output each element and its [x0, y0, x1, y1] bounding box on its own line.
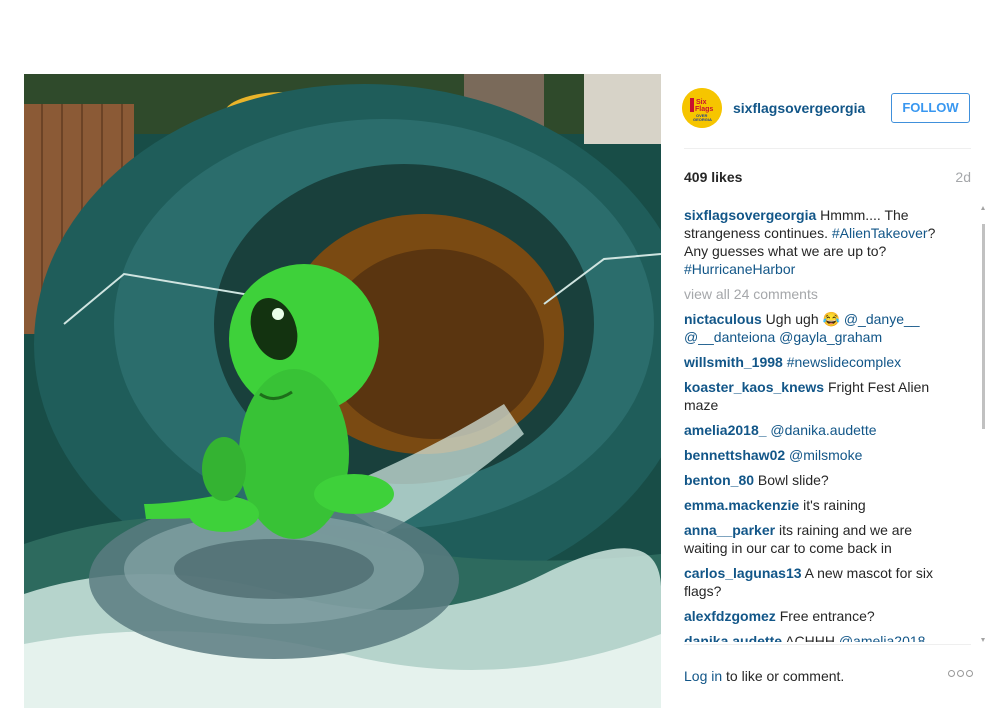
more-options-icon[interactable] — [946, 664, 973, 680]
comment-user[interactable]: alexfdzgomez — [684, 608, 776, 624]
comment: koaster_kaos_knews Fright Fest Alien maz… — [684, 378, 952, 414]
comment-text: Ugh ugh — [761, 311, 823, 327]
post-username[interactable]: sixflagsovergeorgia — [733, 100, 865, 116]
comment-user[interactable]: koaster_kaos_knews — [684, 379, 824, 395]
post-image — [24, 74, 661, 708]
comment-user[interactable]: sixflagsovergeorgia — [684, 207, 816, 223]
mention-link[interactable]: @danika.audette — [770, 422, 876, 438]
comment: benton_80 Bowl slide? — [684, 471, 952, 489]
caption: sixflagsovergeorgia Hmmm.... The strange… — [684, 206, 952, 278]
comment-text: Free entrance? — [775, 608, 875, 624]
comment-user[interactable]: emma.mackenzie — [684, 497, 799, 513]
comment: anna__parker its raining and we are wait… — [684, 521, 952, 557]
comment-user[interactable]: nictaculous — [684, 311, 762, 327]
comment-user[interactable]: bennettshaw02 — [684, 447, 785, 463]
comment: emma.mackenzie it's raining — [684, 496, 952, 514]
divider — [684, 644, 971, 645]
post-sidebar: Six Flags OVER GEORGIA sixflagsovergeorg… — [661, 74, 985, 708]
follow-button[interactable]: FOLLOW — [891, 93, 970, 123]
comment-user[interactable]: carlos_lagunas13 — [684, 565, 802, 581]
comment-user[interactable]: benton_80 — [684, 472, 754, 488]
comment-text: it's raining — [799, 497, 866, 513]
hashtag-link[interactable]: #newslidecomplex — [787, 354, 901, 370]
view-all-comments-link[interactable]: view all 24 comments — [684, 285, 952, 303]
post-photo[interactable] — [24, 74, 661, 708]
laughing-emoji-icon: 😂 — [822, 311, 840, 327]
comment: alexfdzgomez Free entrance? — [684, 607, 952, 625]
svg-text:Six: Six — [696, 99, 707, 106]
divider — [684, 148, 971, 149]
comment: nictaculous Ugh ugh 😂 @_danye__ @__dante… — [684, 310, 952, 346]
comment-user[interactable]: willsmith_1998 — [684, 354, 783, 370]
scroll-up-arrow-icon[interactable] — [981, 206, 985, 210]
post-header: Six Flags OVER GEORGIA sixflagsovergeorg… — [661, 74, 985, 148]
comments-list[interactable]: sixflagsovergeorgia Hmmm.... The strange… — [684, 206, 952, 642]
avatar[interactable]: Six Flags OVER GEORGIA — [682, 88, 722, 128]
svg-text:Flags: Flags — [695, 106, 713, 113]
login-link[interactable]: Log in — [684, 668, 722, 684]
comments-scrollbar[interactable] — [981, 206, 985, 642]
login-prompt: Log in to like or comment. — [684, 668, 844, 684]
svg-text:GEORGIA: GEORGIA — [693, 117, 712, 122]
comment-user[interactable]: danika.audette — [684, 633, 782, 642]
comment: bennettshaw02 @milsmoke — [684, 446, 952, 464]
comment: carlos_lagunas13 A new mascot for six fl… — [684, 564, 952, 600]
comment: amelia2018_ @danika.audette — [684, 421, 952, 439]
six-flags-logo-icon: Six Flags OVER GEORGIA — [682, 88, 722, 128]
comment-text: Bowl slide? — [754, 472, 829, 488]
hashtag-link[interactable]: #AlienTakeover — [832, 225, 928, 241]
mention-link[interactable]: @amelia2018_ — [839, 633, 933, 642]
mention-link[interactable]: @milsmoke — [789, 447, 862, 463]
comment-user[interactable]: amelia2018_ — [684, 422, 767, 438]
scroll-down-arrow-icon[interactable] — [981, 638, 985, 642]
comment: danika.audette ACHHH @amelia2018_ — [684, 632, 952, 642]
login-prompt-text: to like or comment. — [722, 668, 845, 684]
post-age[interactable]: 2d — [955, 169, 971, 185]
comment-text: ACHHH — [782, 633, 839, 642]
comment: willsmith_1998 #newslidecomplex — [684, 353, 952, 371]
likes-count[interactable]: 409 likes — [684, 169, 742, 185]
hashtag-link[interactable]: #HurricaneHarbor — [684, 261, 795, 277]
comment-user[interactable]: anna__parker — [684, 522, 775, 538]
